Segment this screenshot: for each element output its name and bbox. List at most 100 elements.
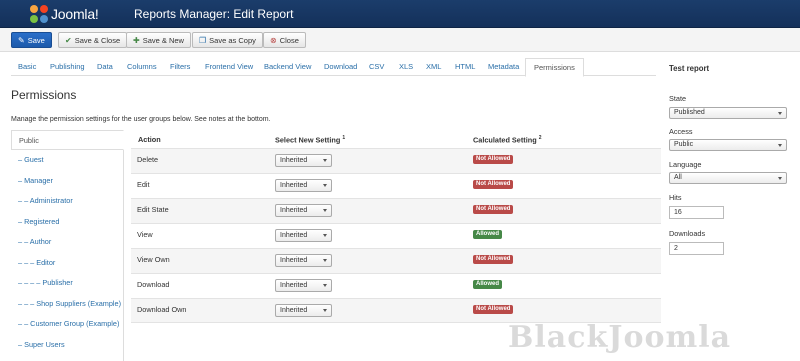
permission-select[interactable]: Inherited xyxy=(275,254,332,267)
tab-filters[interactable]: Filters xyxy=(170,58,190,76)
group-author[interactable]: – – Author xyxy=(11,232,124,252)
status-badge: Not Allowed xyxy=(473,205,514,214)
joomla-logo-icon xyxy=(30,5,48,23)
tab-download[interactable]: Download xyxy=(324,58,357,76)
chevron-down-icon xyxy=(323,284,327,287)
tab-xml[interactable]: XML xyxy=(426,58,441,76)
chevron-down-icon xyxy=(323,259,327,262)
language-label: Language xyxy=(669,160,702,169)
tab-backend-view[interactable]: Backend View xyxy=(264,58,311,76)
save-label: Save xyxy=(27,35,45,45)
permission-select[interactable]: Inherited xyxy=(275,279,332,292)
group-super-users[interactable]: – Super Users xyxy=(11,335,124,355)
group-public[interactable]: Public xyxy=(11,130,124,150)
tab-csv[interactable]: CSV xyxy=(369,58,384,76)
save-copy-button[interactable]: ❐ Save as Copy xyxy=(192,32,263,48)
access-label: Access xyxy=(669,127,693,136)
permission-select[interactable]: Inherited xyxy=(275,154,332,167)
tab-metadata[interactable]: Metadata xyxy=(488,58,519,76)
tab-data[interactable]: Data xyxy=(97,58,113,76)
column-header-calculated: Calculated Setting 2 xyxy=(473,135,542,145)
chevron-down-icon xyxy=(778,112,782,115)
save-close-button[interactable]: ✔ Save & Close xyxy=(58,32,128,48)
table-row: View Inherited Allowed xyxy=(131,223,661,248)
chevron-down-icon xyxy=(778,144,782,147)
column-header-action: Action xyxy=(138,135,161,144)
permissions-note: Manage the permission settings for the u… xyxy=(11,116,271,123)
tab-basic[interactable]: Basic xyxy=(18,58,36,76)
permission-select[interactable]: Inherited xyxy=(275,204,332,217)
table-row: View Own Inherited Not Allowed xyxy=(131,248,661,273)
chevron-down-icon xyxy=(323,159,327,162)
table-row: Download Inherited Allowed xyxy=(131,273,661,298)
save-close-label: Save & Close xyxy=(74,35,121,45)
tab-xls[interactable]: XLS xyxy=(399,58,413,76)
action-name: Edit xyxy=(137,180,150,189)
downloads-label: Downloads xyxy=(669,229,706,238)
save-new-label: Save & New xyxy=(142,35,184,45)
table-row: Edit Inherited Not Allowed xyxy=(131,173,661,198)
save-copy-label: Save as Copy xyxy=(209,35,256,45)
access-select[interactable]: Public xyxy=(669,139,787,151)
joomla-logo[interactable]: Joomla! xyxy=(30,4,99,24)
plus-icon: ✚ xyxy=(133,35,140,45)
language-select[interactable]: All xyxy=(669,172,787,184)
tab-columns[interactable]: Columns xyxy=(127,58,157,76)
group-administrator[interactable]: – – Administrator xyxy=(11,191,124,211)
logo-text: Joomla! xyxy=(51,6,99,22)
chevron-down-icon xyxy=(323,184,327,187)
group-customer-group[interactable]: – – Customer Group (Example) xyxy=(11,314,124,334)
hits-label: Hits xyxy=(669,193,682,202)
edit-tabs: Basic Publishing Data Columns Filters Fr… xyxy=(11,58,656,77)
tab-frontend-view[interactable]: Frontend View xyxy=(205,58,253,76)
action-name: View Own xyxy=(137,255,170,264)
close-icon: ⊗ xyxy=(270,35,277,45)
action-name: Download Own xyxy=(137,305,187,314)
group-publisher[interactable]: – – – – Publisher xyxy=(11,273,124,293)
close-button[interactable]: ⊗ Close xyxy=(263,32,306,48)
tab-permissions[interactable]: Permissions xyxy=(525,58,584,77)
check-icon: ✔ xyxy=(65,35,72,45)
permission-select[interactable]: Inherited xyxy=(275,229,332,242)
hits-field[interactable]: 16 xyxy=(669,206,724,219)
status-badge: Allowed xyxy=(473,280,503,289)
state-select[interactable]: Published xyxy=(669,107,787,119)
status-badge: Not Allowed xyxy=(473,305,514,314)
table-row: Edit State Inherited Not Allowed xyxy=(131,198,661,223)
action-name: View xyxy=(137,230,153,239)
admin-header: Joomla! Reports Manager: Edit Report xyxy=(0,0,800,28)
action-name: Edit State xyxy=(137,205,169,214)
column-header-select: Select New Setting 1 xyxy=(275,135,346,145)
group-registered[interactable]: – Registered xyxy=(11,212,124,232)
close-label: Close xyxy=(279,35,299,45)
action-name: Download xyxy=(137,280,170,289)
group-editor[interactable]: – – – Editor xyxy=(11,253,124,273)
permission-select[interactable]: Inherited xyxy=(275,304,332,317)
copy-icon: ❐ xyxy=(199,35,207,45)
downloads-field[interactable]: 2 xyxy=(669,242,724,255)
page-title: Reports Manager: Edit Report xyxy=(134,7,294,21)
save-button[interactable]: ✎ Save xyxy=(11,32,52,48)
save-new-button[interactable]: ✚ Save & New xyxy=(126,32,191,48)
group-shop-suppliers[interactable]: – – – Shop Suppliers (Example) xyxy=(11,294,124,314)
permission-select[interactable]: Inherited xyxy=(275,179,332,192)
status-badge: Allowed xyxy=(473,230,503,239)
watermark: BlackJoomla xyxy=(508,320,732,355)
status-badge: Not Allowed xyxy=(473,180,514,189)
group-guest[interactable]: – Guest xyxy=(11,150,124,170)
chevron-down-icon xyxy=(323,209,327,212)
chevron-down-icon xyxy=(323,309,327,312)
save-icon: ✎ xyxy=(18,35,25,45)
state-label: State xyxy=(669,94,687,103)
status-badge: Not Allowed xyxy=(473,155,514,164)
toolbar: ✎ Save ✔ Save & Close ✚ Save & New ❐ Sav… xyxy=(0,28,800,52)
tab-html[interactable]: HTML xyxy=(455,58,475,76)
chevron-down-icon xyxy=(778,177,782,180)
action-name: Delete xyxy=(137,155,159,164)
group-manager[interactable]: – Manager xyxy=(11,171,124,191)
tab-publishing[interactable]: Publishing xyxy=(50,58,85,76)
user-group-list: Public – Guest – Manager – – Administrat… xyxy=(11,130,124,361)
status-badge: Not Allowed xyxy=(473,255,514,264)
section-title: Permissions xyxy=(11,88,77,102)
table-row: Delete Inherited Not Allowed xyxy=(131,148,661,173)
